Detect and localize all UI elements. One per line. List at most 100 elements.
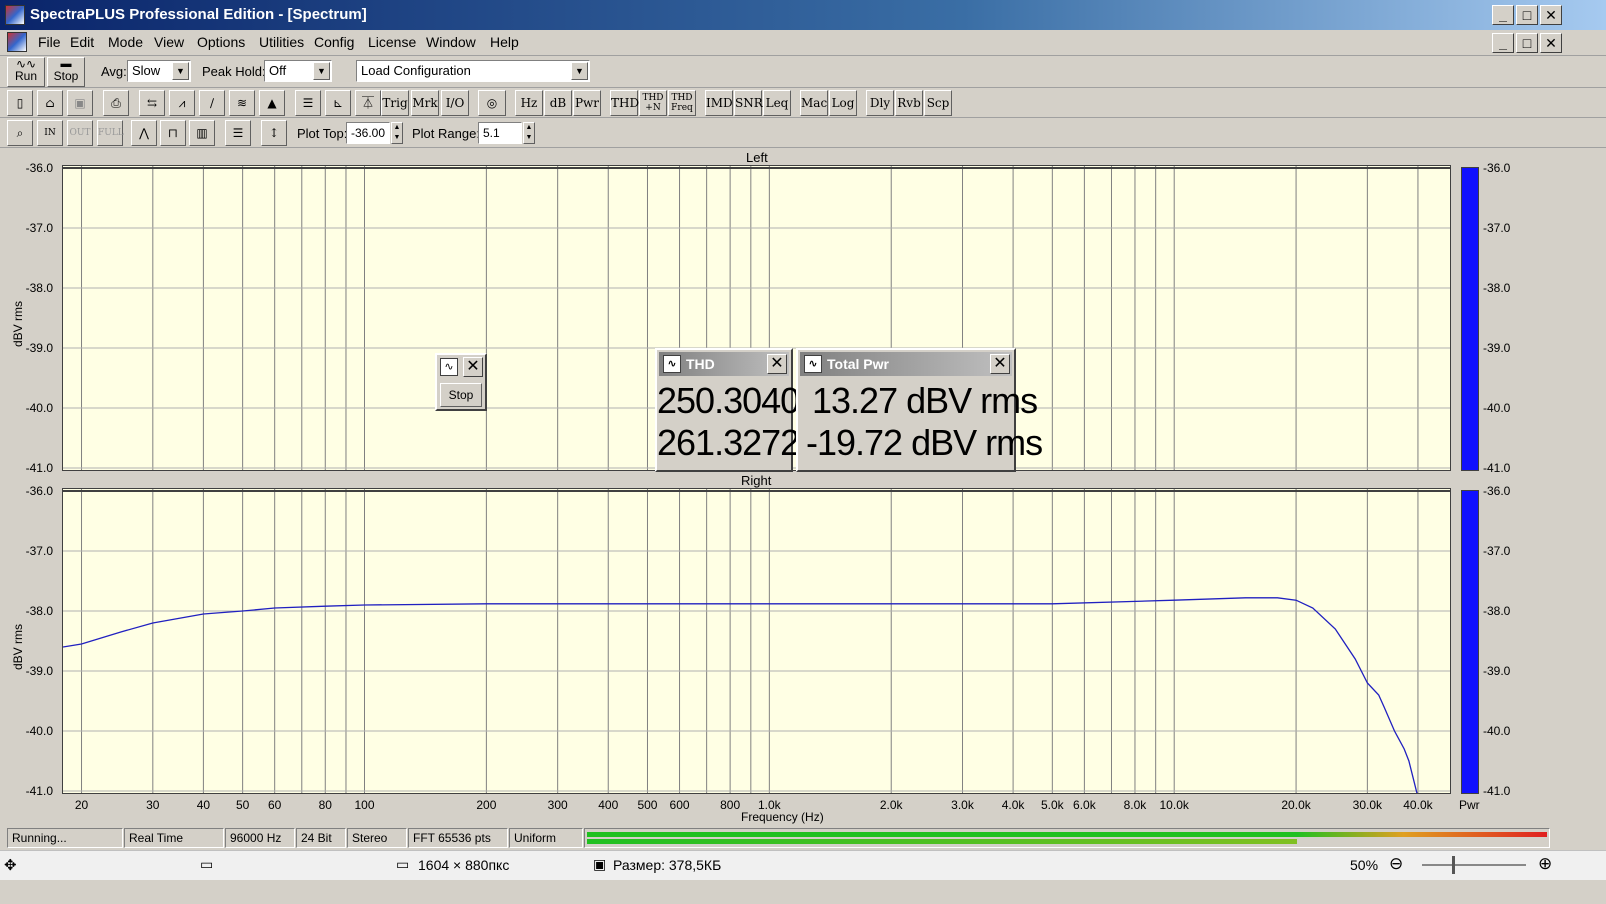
close-icon[interactable]: ✕ xyxy=(767,354,787,374)
plot-top-input[interactable]: -36.00 xyxy=(346,122,390,144)
phase-icon[interactable]: ≋ xyxy=(229,90,255,116)
menu-file[interactable]: File xyxy=(38,34,61,50)
close-button[interactable]: ✕ xyxy=(1540,5,1562,25)
x-tick-label: 300 xyxy=(547,798,568,812)
x-tick-label: 800 xyxy=(720,798,741,812)
chevron-down-icon[interactable]: ▼ xyxy=(313,62,330,80)
weighting-icon[interactable]: ⏄ xyxy=(355,90,381,116)
menu-license[interactable]: License xyxy=(368,34,416,50)
minimize-button[interactable]: _ xyxy=(1492,5,1514,25)
zoom-in-x2-icon[interactable]: IN xyxy=(37,120,63,146)
right-meter-tick-label: -40.0 xyxy=(1483,724,1511,738)
imd-button[interactable]: IMD xyxy=(705,90,733,116)
avg-select[interactable]: Slow ▼ xyxy=(127,60,191,82)
snr-button[interactable]: SNR xyxy=(734,90,763,116)
peak-hold-value: Off xyxy=(269,63,287,78)
maximize-button[interactable]: □ xyxy=(1516,5,1538,25)
scaling-icon[interactable]: ⊾ xyxy=(325,90,351,116)
menu-view[interactable]: View xyxy=(154,34,184,50)
total-power-window[interactable]: ∿ Total Pwr ✕ 13.27 dBV rms -19.72 dBV r… xyxy=(796,348,1043,472)
close-icon[interactable]: ✕ xyxy=(990,354,1010,374)
mac-button[interactable]: Mac xyxy=(800,90,828,116)
float-stop-button[interactable]: Stop xyxy=(440,383,482,407)
zoom-slider-thumb[interactable] xyxy=(1452,856,1455,874)
time-series-icon[interactable]: ∕ xyxy=(199,90,225,116)
zoom-out-full-icon[interactable]: FULL xyxy=(97,120,124,146)
zoom-out-x2-icon[interactable]: OUT xyxy=(67,120,93,146)
child-restore-button[interactable]: □ xyxy=(1516,33,1538,53)
doc-icon[interactable] xyxy=(7,32,27,52)
thd-freq-button[interactable]: THD Freq xyxy=(668,90,696,116)
plot-properties-icon[interactable]: ☰ xyxy=(225,120,251,146)
plot-range-input[interactable]: 5.1 xyxy=(478,122,522,144)
right-y-tick-label: -38.0 xyxy=(25,604,53,618)
move-icon[interactable]: ✥ xyxy=(4,856,17,874)
menu-mode[interactable]: Mode xyxy=(108,34,143,50)
leq-button[interactable]: Leq xyxy=(763,90,791,116)
right-meter-tick-label: -38.0 xyxy=(1483,604,1511,618)
print-icon[interactable]: ⎙ xyxy=(103,90,129,116)
child-minimize-button[interactable]: _ xyxy=(1492,33,1514,53)
open-file-icon[interactable]: ⌂ xyxy=(37,90,63,116)
rvb-button[interactable]: Rvb xyxy=(895,90,923,116)
save-icon[interactable]: ▣ xyxy=(67,90,93,116)
x-tick-label: 10.0k xyxy=(1159,798,1189,812)
peak-hold-select[interactable]: Off ▼ xyxy=(264,60,332,82)
db-button[interactable]: dB xyxy=(544,90,572,116)
toolbar-acquisition: ∿∿ Run ▬ Stop Avg: Slow ▼ Peak Hold: Off… xyxy=(0,56,1606,88)
zoom-out-icon[interactable]: ⊖ xyxy=(1389,854,1403,874)
settings-icon[interactable]: ☰ xyxy=(295,90,321,116)
auto-scale-icon[interactable]: ↕ xyxy=(261,120,287,146)
signal-generator-icon[interactable]: ◎ xyxy=(478,90,506,116)
zoom-in-icon[interactable]: ⊕ xyxy=(1538,854,1552,874)
close-icon[interactable]: ✕ xyxy=(463,357,483,377)
stop-float-window[interactable]: ∿ ✕ Stop xyxy=(435,353,487,411)
scp-button[interactable]: Scp xyxy=(924,90,952,116)
new-file-icon[interactable]: ▯ xyxy=(7,90,33,116)
left-level-bar xyxy=(587,832,1547,837)
dly-button[interactable]: Dly xyxy=(866,90,894,116)
sine-icon: ∿ xyxy=(663,355,681,373)
menu-edit[interactable]: Edit xyxy=(70,34,94,50)
menu-config[interactable]: Config xyxy=(314,34,354,50)
child-close-button[interactable]: ✕ xyxy=(1540,33,1562,53)
thd-n-button[interactable]: THD +N xyxy=(639,90,667,116)
left-y-tick-label: -38.0 xyxy=(25,281,53,295)
thd-button[interactable]: THD xyxy=(610,90,639,116)
zoom-icon[interactable]: ⌕ xyxy=(7,120,33,146)
menu-window[interactable]: Window xyxy=(426,34,476,50)
menu-utilities[interactable]: Utilities xyxy=(259,34,304,50)
configuration-select[interactable]: Load Configuration ▼ xyxy=(356,60,590,82)
status-fft-size: FFT 65536 pts xyxy=(408,828,508,848)
mrk-button[interactable]: Mrk xyxy=(411,90,439,116)
thd-window-titlebar[interactable]: ∿ THD ✕ xyxy=(659,352,789,376)
zoom-slider[interactable] xyxy=(1422,864,1526,866)
input-level-meter xyxy=(584,828,1550,848)
menu-help[interactable]: Help xyxy=(490,34,519,50)
bar-graph-icon[interactable]: ▥ xyxy=(189,120,215,146)
stop-button[interactable]: ▬ Stop xyxy=(47,57,85,87)
stop-label: Stop xyxy=(53,69,79,83)
trig-button[interactable]: Trig xyxy=(381,90,409,116)
3d-surface-icon[interactable]: ▲ xyxy=(259,90,285,116)
spectrum-icon[interactable]: ⩘ xyxy=(169,90,195,116)
menu-options[interactable]: Options xyxy=(197,34,245,50)
run-button[interactable]: ∿∿ Run xyxy=(7,57,45,87)
hz-button[interactable]: Hz xyxy=(515,90,543,116)
io-button[interactable]: I/O xyxy=(441,90,469,116)
generator-icon[interactable]: ⇆ xyxy=(139,90,165,116)
log-button[interactable]: Log xyxy=(829,90,857,116)
chevron-down-icon[interactable]: ▼ xyxy=(172,62,189,80)
step-graph-icon[interactable]: ⊓ xyxy=(160,120,186,146)
total-power-titlebar[interactable]: ∿ Total Pwr ✕ xyxy=(800,352,1012,376)
x-tick-label: 80 xyxy=(318,798,332,812)
line-graph-icon[interactable]: ⋀ xyxy=(131,120,157,146)
right-plot[interactable] xyxy=(62,488,1451,798)
plot-top-spinner[interactable]: ▲ ▼ xyxy=(391,122,403,144)
thd-meter-window[interactable]: ∿ THD ✕ 250.30407 % 261.32729 % xyxy=(655,348,859,472)
pwr-button[interactable]: Pwr xyxy=(573,90,601,116)
chevron-down-icon[interactable]: ▼ xyxy=(571,62,588,80)
plot-range-spinner[interactable]: ▲ ▼ xyxy=(523,122,535,144)
x-tick-label: 1.0k xyxy=(758,798,781,812)
toolbar-main: ▯ ⌂ ▣ ⎙ ⇆ ⩘ ∕ ≋ ▲ ☰ ⊾ ⏄ Trig Mrk I/O ◎ H… xyxy=(0,88,1606,118)
